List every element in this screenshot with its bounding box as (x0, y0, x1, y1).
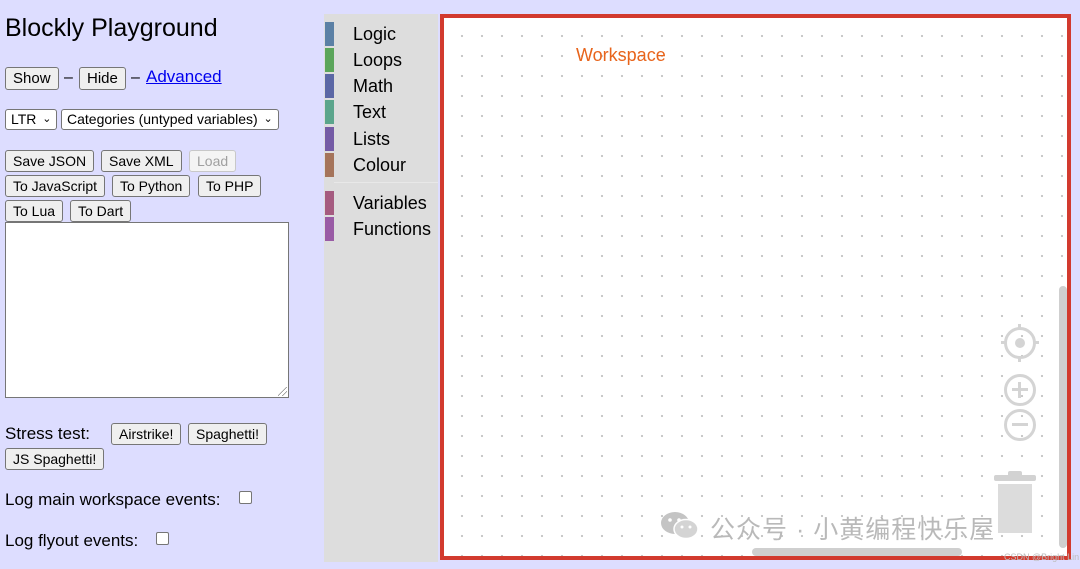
to-javascript-button[interactable]: To JavaScript (5, 175, 106, 197)
hide-button[interactable]: Hide (79, 67, 126, 90)
category-label: Lists (353, 129, 391, 149)
stress-test-label: Stress test: (5, 424, 91, 443)
toolbox-category-variables[interactable]: Variables (324, 191, 438, 215)
recenter-tick (1018, 324, 1021, 330)
watermark-text: 公众号 · 小黄编程快乐屋 (710, 516, 996, 544)
workspace-annotation: Workspace (576, 45, 666, 65)
category-label: Functions (353, 219, 432, 239)
category-label: Text (353, 102, 387, 122)
trash-can (998, 484, 1032, 533)
csdn-watermark: CSDN @Bright Lin (1004, 552, 1080, 562)
category-color-bar (325, 127, 334, 151)
recenter-dot (1015, 338, 1025, 348)
separator: – (131, 69, 140, 86)
category-label: Math (353, 76, 394, 96)
load-button[interactable]: Load (189, 150, 237, 172)
toolbox: Logic Loops Math Text Lists Colour Varia… (324, 14, 438, 562)
category-color-bar (325, 191, 334, 215)
to-lua-button[interactable]: To Lua (5, 200, 64, 222)
save-xml-button[interactable]: Save XML (101, 150, 182, 172)
direction-select-value: LTR (11, 111, 37, 127)
toolbox-category-math[interactable]: Math (324, 74, 438, 98)
category-color-bar (325, 48, 334, 72)
category-label: Loops (353, 50, 403, 70)
category-color-bar (325, 22, 334, 46)
horizontal-scrollbar[interactable] (752, 548, 962, 556)
category-color-bar (325, 100, 334, 124)
zoom-in-icon[interactable] (1004, 374, 1036, 406)
toolbox-separator (334, 182, 438, 183)
toolbox-category-text[interactable]: Text (324, 100, 438, 124)
toolbox-select-value: Categories (untyped variables) (67, 111, 258, 127)
to-python-button[interactable]: To Python (112, 175, 191, 197)
category-label: Variables (353, 193, 427, 213)
direction-select[interactable]: LTR ⌄ (5, 109, 58, 130)
page-title: Blockly Playground (5, 14, 218, 42)
blockly-workspace[interactable]: Workspace (440, 14, 1071, 560)
separator: – (64, 69, 73, 86)
to-dart-button[interactable]: To Dart (70, 200, 132, 222)
show-button[interactable]: Show (5, 67, 59, 90)
advanced-link[interactable]: Advanced (146, 67, 222, 87)
chevron-down-icon: ⌄ (263, 113, 273, 125)
toolbox-category-functions[interactable]: Functions (324, 217, 438, 241)
spaghetti-button[interactable]: Spaghetti! (188, 423, 268, 445)
js-spaghetti-button[interactable]: JS Spaghetti! (5, 448, 105, 470)
trash-icon[interactable] (994, 471, 1036, 533)
vertical-scrollbar[interactable] (1059, 286, 1067, 548)
recenter-icon[interactable] (1001, 324, 1039, 362)
recenter-tick (1018, 356, 1021, 362)
log-flyout-events-label: Log flyout events: (5, 531, 139, 550)
control-panel: Blockly Playground Show – Hide – Advance… (0, 0, 322, 569)
trash-lid (994, 475, 1036, 481)
recenter-tick (1001, 341, 1007, 344)
recenter-tick (1033, 341, 1039, 344)
category-color-bar (325, 74, 334, 98)
wechat-icon (661, 512, 699, 540)
category-label: Logic (353, 24, 397, 44)
code-output-textarea[interactable] (5, 222, 289, 398)
airstrike-button[interactable]: Airstrike! (111, 423, 182, 445)
category-label: Colour (353, 155, 407, 175)
minus-stroke (1012, 423, 1028, 426)
toolbox-select[interactable]: Categories (untyped variables) ⌄ (61, 109, 279, 130)
log-main-events-label: Log main workspace events: (5, 490, 221, 509)
plus-stroke (1018, 382, 1021, 398)
toolbox-category-lists[interactable]: Lists (324, 127, 438, 151)
category-color-bar (325, 217, 334, 241)
resize-grip-icon[interactable] (278, 387, 287, 396)
save-json-button[interactable]: Save JSON (5, 150, 95, 172)
log-main-events-checkbox[interactable] (239, 491, 252, 504)
toolbox-category-colour[interactable]: Colour (324, 153, 438, 177)
log-flyout-events-checkbox[interactable] (156, 532, 169, 545)
category-color-bar (325, 153, 334, 177)
zoom-out-icon[interactable] (1004, 409, 1036, 441)
chevron-down-icon: ⌄ (42, 113, 52, 125)
toolbox-category-loops[interactable]: Loops (324, 48, 438, 72)
to-php-button[interactable]: To PHP (198, 175, 262, 197)
toolbox-category-logic[interactable]: Logic (324, 22, 438, 46)
